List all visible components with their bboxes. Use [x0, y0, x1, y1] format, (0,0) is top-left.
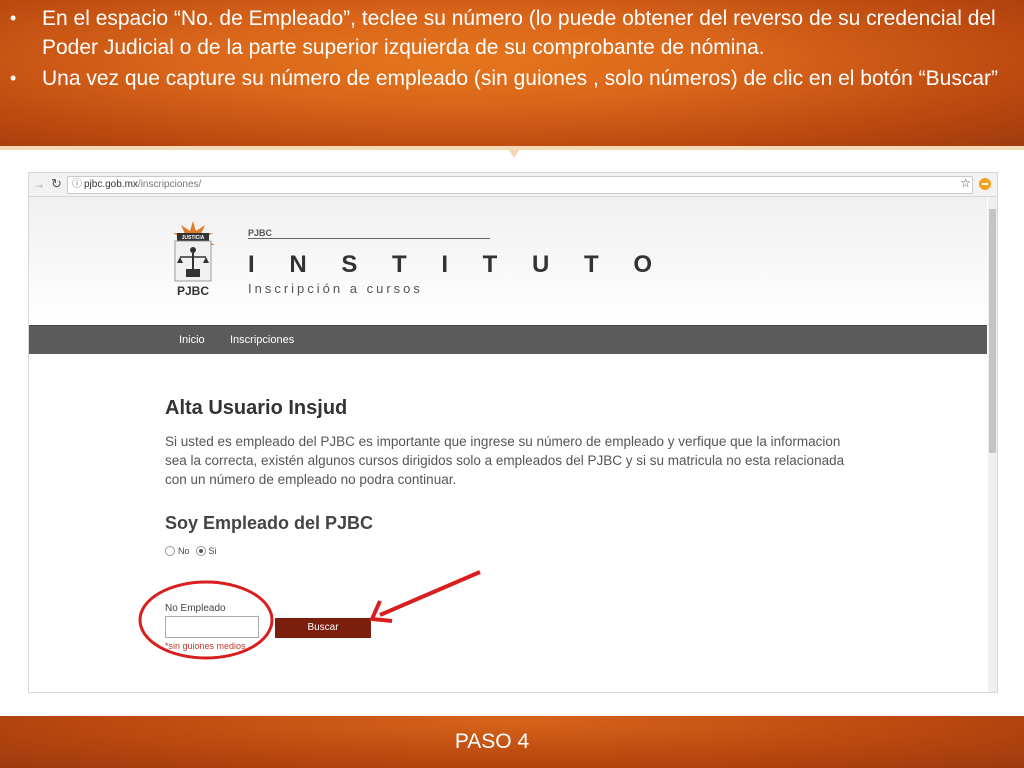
radio-no[interactable] [165, 546, 175, 556]
site-subtitle: Inscripción a cursos [248, 281, 423, 296]
logo-text: PJBC [177, 284, 209, 298]
search-button[interactable]: Buscar [275, 618, 371, 638]
step-label: PASO 4 [454, 730, 530, 753]
scrollbar-thumb[interactable] [989, 209, 996, 453]
employee-number-input[interactable] [165, 616, 259, 638]
nav-item-inscripciones[interactable]: Inscripciones [230, 334, 294, 346]
radio-si-label: Si [208, 546, 217, 556]
employee-section-title: Soy Empleado del PJBC [165, 513, 374, 533]
forward-arrow-icon[interactable]: → [33, 177, 45, 191]
bookmark-star-icon[interactable]: ☆ [960, 176, 971, 190]
slide-footer-band: PASO 4 [0, 716, 1024, 768]
bullet-dot: • [10, 68, 17, 88]
slide-header-band: • En el espacio “No. de Empleado”, tecle… [0, 0, 1024, 158]
page-description: Si usted es empleado del PJBC es importa… [165, 434, 845, 487]
page-title: Alta Usuario Insjud [165, 397, 348, 419]
main-content: Alta Usuario Insjud Si usted es empleado… [165, 397, 865, 556]
site-header: JUSTICIA PJBC PJBC I N S T I T U T O Ins… [29, 197, 987, 325]
url-field[interactable]: ⓘ pjbc.gob.mx/inscripciones/ [67, 176, 973, 194]
instruction-bullet: • En el espacio “No. de Empleado”, tecle… [10, 4, 1010, 62]
info-icon[interactable]: ⓘ [72, 177, 84, 193]
instruction-bullets: • En el espacio “No. de Empleado”, tecle… [10, 4, 1010, 93]
pjbc-logo: JUSTICIA PJBC [173, 221, 215, 298]
extension-icon[interactable] [979, 178, 991, 190]
browser-window: → ↻ ⓘ pjbc.gob.mx/inscripciones/ ☆ JUSTIC… [28, 172, 998, 693]
instruction-bullet: • Una vez que capture su número de emple… [10, 64, 1010, 93]
url-path: /inscripciones/ [137, 179, 202, 190]
header-notch [506, 146, 522, 158]
reload-icon[interactable]: ↻ [51, 176, 62, 192]
site-title: I N S T I T U T O [248, 251, 666, 278]
logo-banner-text: JUSTICIA [182, 235, 205, 241]
employee-number-label: No Empleado [165, 603, 226, 614]
instruction-text: En el espacio “No. de Empleado”, teclee … [42, 7, 996, 59]
radio-si[interactable] [195, 546, 206, 556]
nav-item-inicio[interactable]: Inicio [179, 334, 205, 346]
address-bar: → ↻ ⓘ pjbc.gob.mx/inscripciones/ ☆ [29, 173, 997, 197]
site-small-label: PJBC [248, 228, 273, 238]
instruction-text: Una vez que capture su número de emplead… [42, 67, 999, 90]
employee-hint: *sin guiones medios [165, 641, 246, 651]
bullet-dot: • [10, 8, 17, 28]
radio-no-label: No [178, 546, 190, 556]
url-host: pjbc.gob.mx [84, 179, 138, 190]
employee-radio-group: No Si [165, 546, 865, 556]
main-nav: Inicio Inscripciones [29, 325, 987, 354]
title-rule [248, 238, 490, 239]
